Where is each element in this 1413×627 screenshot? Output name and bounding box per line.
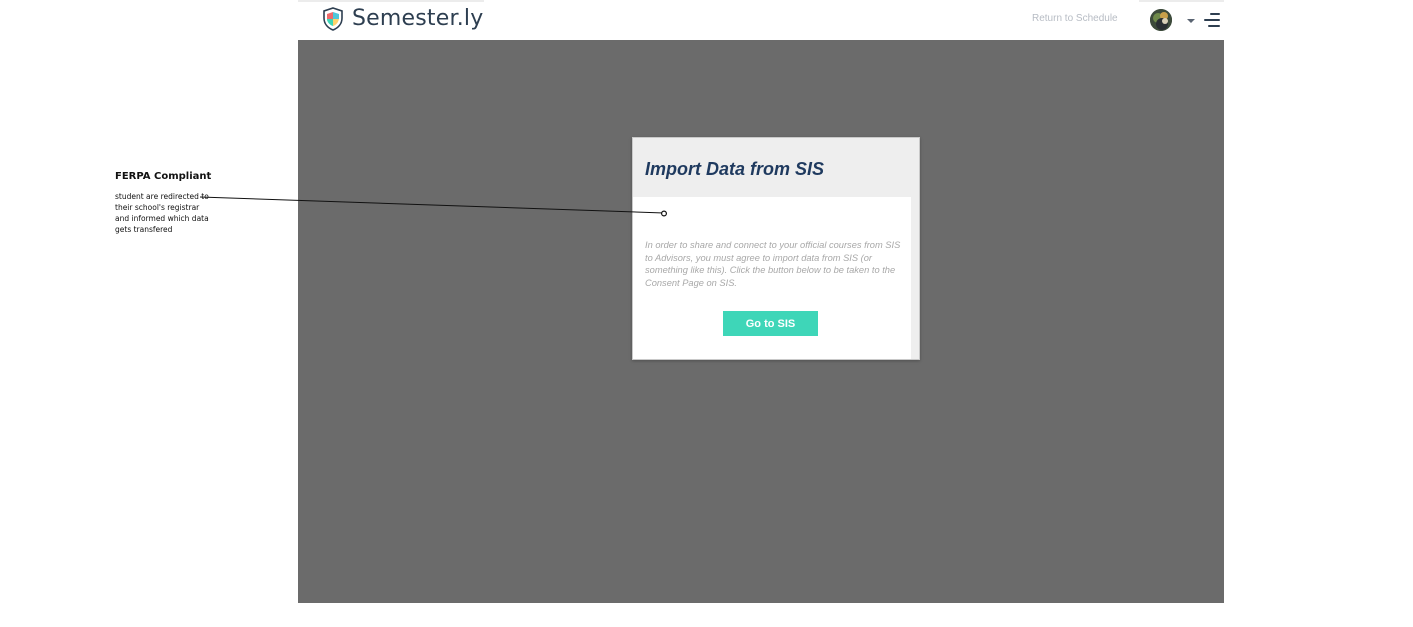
- annotation-note: FERPA Compliant student are redirected t…: [115, 170, 225, 235]
- canvas: FERPA Compliant student are redirected t…: [0, 0, 1413, 627]
- chevron-down-icon[interactable]: [1187, 19, 1195, 23]
- modal-title: Import Data from SIS: [645, 159, 825, 179]
- logo-text: Semester.ly: [352, 6, 484, 31]
- annotation-title: FERPA Compliant: [115, 171, 212, 182]
- modal-header: Import Data from SIS: [633, 138, 919, 197]
- import-data-modal: Import Data from SIS In order to share a…: [632, 137, 920, 360]
- logo[interactable]: Semester.ly: [322, 6, 483, 31]
- annotation-body: student are redirected to their school's…: [115, 192, 209, 234]
- go-to-sis-button[interactable]: Go to SIS: [723, 311, 818, 336]
- shield-icon: [323, 6, 343, 31]
- header-divider-right: [1139, 0, 1224, 2]
- hamburger-menu-icon[interactable]: [1204, 12, 1220, 28]
- app-header: Semester.ly Return to Schedule: [298, 0, 1224, 40]
- user-avatar[interactable]: [1150, 9, 1172, 31]
- modal-description: In order to share and connect to your of…: [645, 240, 901, 288]
- avatar-image: [1150, 9, 1172, 31]
- header-divider-left: [298, 0, 484, 2]
- modal-scrollbar[interactable]: [911, 197, 919, 359]
- return-to-schedule-link[interactable]: Return to Schedule: [1032, 13, 1118, 24]
